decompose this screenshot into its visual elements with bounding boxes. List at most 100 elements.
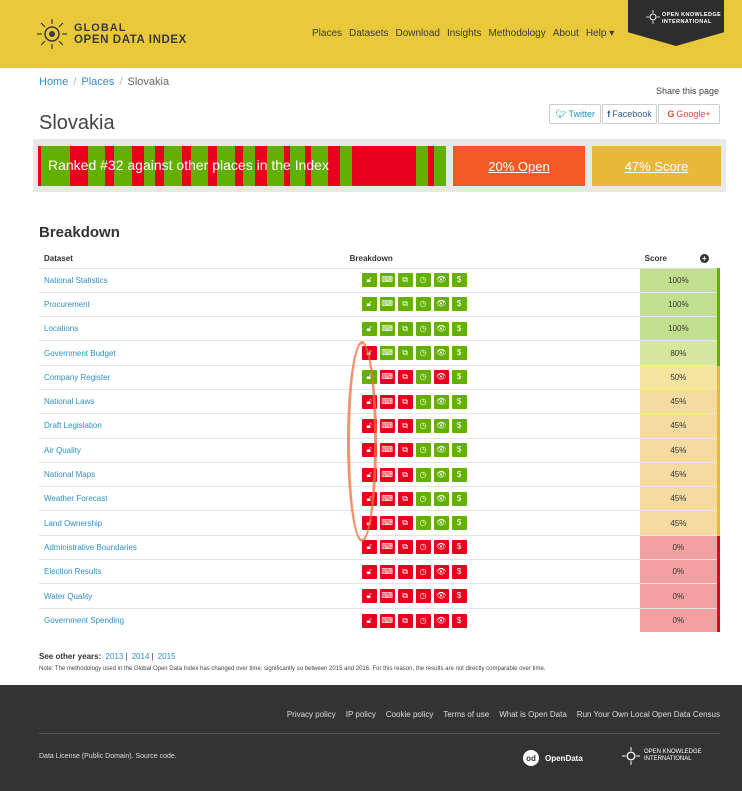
- score-column-header[interactable]: Score +: [639, 250, 719, 269]
- eye-icon[interactable]: 👁︎: [433, 540, 449, 555]
- table-row[interactable]: Air Quality 🔓︎ ⌨ ⧉ ◷ 👁︎ $45%: [39, 437, 720, 463]
- nav-help[interactable]: Help ▾: [586, 28, 614, 39]
- year-link-2014[interactable]: 2014: [132, 652, 150, 661]
- lock-icon[interactable]: 🔓︎: [361, 589, 377, 603]
- keyboard-icon[interactable]: ⌨: [379, 443, 395, 458]
- table-row[interactable]: Draft Legislation 🔓︎ ⌨ ⧉ ◷ 👁︎ $45%: [39, 413, 720, 439]
- dollar-icon[interactable]: $: [451, 564, 467, 579]
- clock-icon[interactable]: ◷: [415, 321, 431, 336]
- nav-methodology[interactable]: Methodology: [488, 28, 545, 39]
- score-percentage-box[interactable]: 47% Score: [592, 146, 721, 186]
- dollar-icon[interactable]: $: [451, 370, 467, 385]
- copy-icon[interactable]: ⧉: [397, 418, 413, 433]
- footer-link-cookie[interactable]: Cookie policy: [386, 710, 434, 719]
- dollar-icon[interactable]: $: [451, 613, 467, 628]
- dataset-name[interactable]: Water Quality: [39, 583, 350, 609]
- keyboard-icon[interactable]: ⌨: [379, 297, 395, 312]
- eye-icon[interactable]: 👁︎: [433, 418, 449, 433]
- lock-icon[interactable]: 🔓︎: [361, 613, 377, 628]
- eye-icon[interactable]: 👁︎: [433, 297, 449, 312]
- keyboard-icon[interactable]: ⌨: [379, 564, 395, 579]
- eye-icon[interactable]: 👁︎: [433, 321, 449, 336]
- table-row[interactable]: Weather Forecast 🔓︎ ⌨ ⧉ ◷ 👁︎ $45%: [39, 486, 720, 511]
- clock-icon[interactable]: ◷: [415, 273, 431, 288]
- footer-link-run-census[interactable]: Run Your Own Local Open Data Census: [577, 710, 720, 719]
- keyboard-icon[interactable]: ⌨: [379, 467, 395, 482]
- google-plus-share-button[interactable]: G Google+: [658, 104, 720, 124]
- dollar-icon[interactable]: $: [451, 589, 467, 603]
- clock-icon[interactable]: ◷: [415, 418, 431, 433]
- copy-icon[interactable]: ⧉: [397, 346, 413, 361]
- clock-icon[interactable]: ◷: [415, 613, 431, 628]
- lock-icon[interactable]: 🔓︎: [361, 297, 377, 312]
- open-knowledge-badge[interactable]: OPEN KNOWLEDGE INTERNATIONAL: [628, 0, 724, 46]
- table-row[interactable]: Water Quality 🔓︎ ⌨ ⧉ ◷ 👁︎ $0%: [39, 583, 720, 609]
- clock-icon[interactable]: ◷: [415, 540, 431, 555]
- eye-icon[interactable]: 👁︎: [433, 273, 449, 288]
- clock-icon[interactable]: ◷: [415, 491, 431, 506]
- eye-icon[interactable]: 👁︎: [433, 613, 449, 628]
- clock-icon[interactable]: ◷: [415, 394, 431, 409]
- dataset-column-header[interactable]: Dataset: [39, 250, 350, 269]
- year-link-2013[interactable]: 2013: [106, 652, 124, 661]
- keyboard-icon[interactable]: ⌨: [379, 540, 395, 555]
- eye-icon[interactable]: 👁︎: [433, 516, 449, 531]
- copy-icon[interactable]: ⧉: [397, 394, 413, 409]
- dataset-name[interactable]: Government Budget: [39, 340, 350, 366]
- footer-link-privacy[interactable]: Privacy policy: [287, 710, 336, 719]
- clock-icon[interactable]: ◷: [415, 516, 431, 531]
- clock-icon[interactable]: ◷: [415, 346, 431, 361]
- open-percentage-box[interactable]: 20% Open: [453, 146, 585, 186]
- table-row[interactable]: National Statistics 🔓︎ ⌨ ⧉ ◷ 👁︎ $100%: [39, 267, 720, 293]
- copy-icon[interactable]: ⧉: [397, 613, 413, 628]
- dataset-name[interactable]: National Maps: [39, 461, 350, 487]
- breadcrumb-places[interactable]: Places: [81, 76, 114, 88]
- eye-icon[interactable]: 👁︎: [433, 443, 449, 458]
- table-row[interactable]: Government Spending 🔓︎ ⌨ ⧉ ◷ 👁︎ $0%: [39, 607, 720, 633]
- eye-icon[interactable]: 👁︎: [433, 589, 449, 603]
- open-knowledge-footer-logo[interactable]: OPEN KNOWLEDGE INTERNATIONAL: [622, 747, 702, 765]
- keyboard-icon[interactable]: ⌨: [379, 370, 395, 385]
- dollar-icon[interactable]: $: [451, 394, 467, 409]
- keyboard-icon[interactable]: ⌨: [379, 273, 395, 288]
- dataset-name[interactable]: National Statistics: [39, 267, 350, 293]
- dollar-icon[interactable]: $: [451, 540, 467, 555]
- keyboard-icon[interactable]: ⌨: [379, 418, 395, 433]
- keyboard-icon[interactable]: ⌨: [379, 613, 395, 628]
- dollar-icon[interactable]: $: [451, 321, 467, 336]
- table-row[interactable]: National Maps 🔓︎ ⌨ ⧉ ◷ 👁︎ $45%: [39, 461, 720, 487]
- copy-icon[interactable]: ⧉: [397, 273, 413, 288]
- dataset-name[interactable]: Locations: [39, 316, 350, 341]
- dollar-icon[interactable]: $: [451, 491, 467, 506]
- dataset-name[interactable]: Land Ownership: [39, 510, 350, 536]
- footer-link-what-is-open-data[interactable]: What is Open Data: [499, 710, 567, 719]
- keyboard-icon[interactable]: ⌨: [379, 394, 395, 409]
- copy-icon[interactable]: ⧉: [397, 443, 413, 458]
- copy-icon[interactable]: ⧉: [397, 564, 413, 579]
- dataset-name[interactable]: Weather Forecast: [39, 486, 350, 511]
- dataset-name[interactable]: Administrative Boundaries: [39, 534, 350, 560]
- dataset-name[interactable]: National Laws: [39, 388, 350, 414]
- eye-icon[interactable]: 👁︎: [433, 346, 449, 361]
- table-row[interactable]: Election Results 🔓︎ ⌨ ⧉ ◷ 👁︎ $0%: [39, 559, 720, 584]
- year-link-2015[interactable]: 2015: [158, 652, 176, 661]
- copy-icon[interactable]: ⧉: [397, 370, 413, 385]
- keyboard-icon[interactable]: ⌨: [379, 589, 395, 603]
- dollar-icon[interactable]: $: [451, 516, 467, 531]
- global-open-data-index-logo[interactable]: GLOBAL OPEN DATA INDEX: [36, 18, 187, 50]
- table-row[interactable]: Locations 🔓︎ ⌨ ⧉ ◷ 👁︎ $100%: [39, 316, 720, 341]
- clock-icon[interactable]: ◷: [415, 589, 431, 603]
- opendata-logo[interactable]: od OpenData: [520, 747, 583, 769]
- table-row[interactable]: Company Register 🔓︎ ⌨ ⧉ ◷ 👁︎ $50%: [39, 364, 720, 390]
- copy-icon[interactable]: ⧉: [397, 589, 413, 603]
- keyboard-icon[interactable]: ⌨: [379, 491, 395, 506]
- breadcrumb-home[interactable]: Home: [39, 76, 68, 88]
- dollar-icon[interactable]: $: [451, 346, 467, 361]
- footer-link-ip[interactable]: IP policy: [346, 710, 376, 719]
- dollar-icon[interactable]: $: [451, 297, 467, 312]
- copy-icon[interactable]: ⧉: [397, 540, 413, 555]
- table-row[interactable]: Administrative Boundaries 🔓︎ ⌨ ⧉ ◷ 👁︎ $0%: [39, 534, 720, 560]
- footer-link-terms[interactable]: Terms of use: [443, 710, 489, 719]
- table-row[interactable]: Land Ownership 🔓︎ ⌨ ⧉ ◷ 👁︎ $45%: [39, 510, 720, 536]
- nav-download[interactable]: Download: [395, 28, 439, 39]
